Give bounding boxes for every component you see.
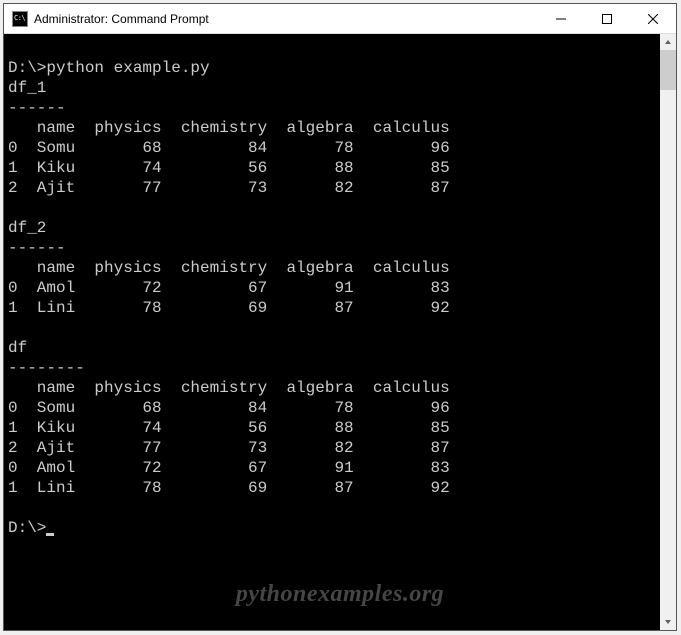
- scroll-up-button[interactable]: [660, 34, 676, 50]
- close-button[interactable]: [630, 4, 676, 33]
- vertical-scrollbar[interactable]: [660, 34, 676, 630]
- command-prompt-window: Administrator: Command Prompt D:\>python…: [3, 3, 677, 631]
- maximize-button[interactable]: [584, 4, 630, 33]
- window-title: Administrator: Command Prompt: [34, 12, 538, 26]
- window-controls: [538, 4, 676, 33]
- scrollbar-track[interactable]: [660, 50, 676, 614]
- client-area: D:\>python example.py df_1 ------ name p…: [4, 34, 676, 630]
- terminal-output[interactable]: D:\>python example.py df_1 ------ name p…: [4, 34, 660, 630]
- scrollbar-thumb[interactable]: [660, 50, 676, 90]
- scroll-down-button[interactable]: [660, 614, 676, 630]
- minimize-button[interactable]: [538, 4, 584, 33]
- cmd-icon: [12, 11, 28, 27]
- cursor: [46, 533, 54, 536]
- titlebar[interactable]: Administrator: Command Prompt: [4, 4, 676, 34]
